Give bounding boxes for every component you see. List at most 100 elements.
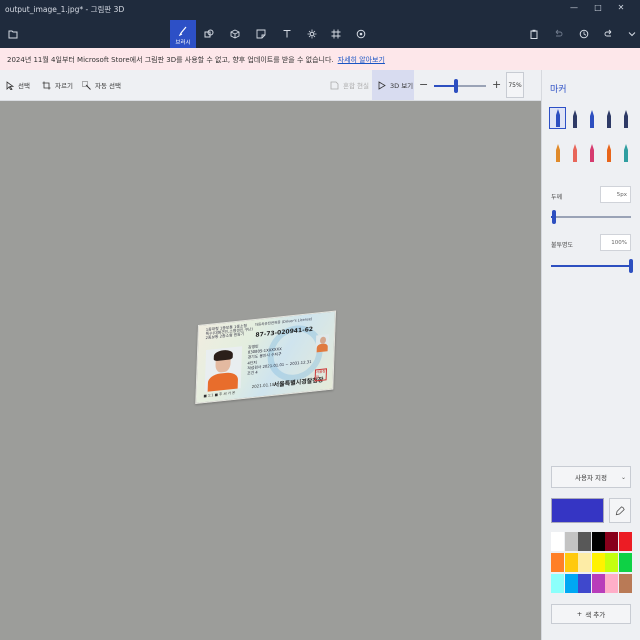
close-button[interactable]: ✕ [614, 3, 628, 12]
color-swatch[interactable] [605, 574, 618, 593]
opacity-input[interactable]: 100% [600, 234, 631, 251]
color-swatch[interactable] [618, 532, 632, 551]
view-3d-content: 3D 보기 [378, 80, 413, 90]
magic-select-button[interactable]: 자동 선택 [82, 80, 121, 90]
effects-icon [307, 29, 317, 39]
zoom-slider[interactable] [434, 79, 486, 93]
tab-text[interactable] [274, 20, 300, 48]
color-swatch[interactable] [551, 574, 564, 593]
paste-button[interactable] [521, 20, 547, 48]
color-swatch[interactable] [564, 553, 578, 572]
brush-marker[interactable] [549, 107, 566, 129]
color-swatch[interactable] [591, 553, 605, 572]
current-color-swatch[interactable] [551, 498, 604, 523]
undo-icon [555, 29, 563, 37]
brush-fill[interactable] [617, 141, 634, 163]
color-swatch[interactable] [618, 553, 632, 572]
color-swatch[interactable] [618, 574, 632, 593]
brush-crayon[interactable] [583, 141, 600, 163]
minimize-button[interactable]: — [567, 3, 581, 12]
tab-3d-library[interactable] [348, 20, 374, 48]
color-swatch[interactable] [551, 532, 564, 551]
3d-shapes-icon [230, 29, 240, 39]
card-license-classes: 1종대형 1종보통 1종소형 특수(대형견인,소형견인,구난) 2종보통 2종소… [205, 322, 254, 341]
brush-calligraphy-pen[interactable] [566, 107, 583, 129]
view-3d-button[interactable]: 3D 보기 [372, 70, 414, 100]
brush-icon [178, 26, 187, 36]
paste-icon [530, 29, 538, 39]
tab-2d-shapes[interactable] [196, 20, 222, 48]
color-swatch[interactable] [578, 532, 591, 551]
card-seal: 서울청장 [314, 368, 328, 382]
drivers-license-image[interactable]: 1종대형 1종보통 1종소형 특수(대형견인,소형견인,구난) 2종보통 2종소… [195, 310, 336, 404]
canvas-area[interactable]: 1종대형 1종보통 1종소형 특수(대형견인,소형견인,구난) 2종보통 2종소… [0, 101, 541, 640]
custom-color-label: 사용자 지정 [575, 474, 607, 482]
opacity-slider[interactable] [551, 259, 633, 273]
expand-ribbon-button[interactable] [619, 20, 640, 48]
play-icon [378, 80, 386, 90]
brush-pencil[interactable] [549, 141, 566, 163]
panel-title: 마커 [550, 85, 567, 95]
chevron-down-icon [628, 32, 636, 37]
zoom-out-button[interactable]: − [419, 78, 428, 91]
tab-brushes[interactable]: 브러시 [170, 20, 196, 48]
text-icon [283, 30, 291, 38]
notice-message: 2024년 11월 4일부터 Microsoft Store에서 그림판 3D를… [7, 56, 334, 64]
notice-text: 2024년 11월 4일부터 Microsoft Store에서 그림판 3D를… [7, 55, 385, 65]
mixed-reality-button[interactable]: 혼합 현실 [330, 80, 369, 90]
color-swatch[interactable] [578, 574, 591, 593]
custom-color-dropdown[interactable]: 사용자 지정 ⌄ [551, 466, 631, 488]
opacity-slider-fill [551, 265, 631, 267]
select-button[interactable]: 선택 [6, 80, 30, 90]
brush-pixel-pen[interactable] [617, 107, 634, 129]
thickness-slider[interactable] [551, 210, 631, 224]
learn-more-link[interactable]: 자세히 알아보기 [338, 56, 385, 64]
brush-spray-can[interactable] [600, 141, 617, 163]
thickness-slider-thumb[interactable] [552, 210, 556, 224]
add-color-button[interactable]: + 색 추가 [551, 604, 631, 624]
maximize-button[interactable]: □ [591, 3, 605, 12]
view-3d-label: 3D 보기 [390, 82, 414, 90]
color-swatch[interactable] [591, 532, 605, 551]
zoom-percentage[interactable]: 75% [506, 72, 524, 98]
tab-stickers[interactable] [248, 20, 274, 48]
brush-watercolor[interactable] [600, 107, 617, 129]
window-title: output_image_1.jpg* - 그림판 3D [5, 5, 125, 14]
undo-button[interactable] [545, 20, 571, 48]
select-label: 선택 [18, 82, 30, 90]
color-swatch[interactable] [564, 574, 578, 593]
spray-can-icon [606, 144, 611, 162]
zoom-in-button[interactable]: + [492, 78, 501, 91]
color-swatch[interactable] [551, 553, 564, 572]
marker-icon [555, 109, 560, 127]
plus-icon: + [576, 610, 583, 618]
card-photo [204, 346, 243, 393]
watercolor-icon [606, 110, 611, 128]
tab-3d-shapes[interactable] [222, 20, 248, 48]
brush-eraser[interactable] [566, 141, 583, 163]
redo-icon [604, 29, 612, 37]
calligraphy-pen-icon [572, 110, 577, 128]
crayon-icon [589, 144, 594, 162]
thickness-input[interactable]: 5px [600, 186, 631, 203]
eyedropper-button[interactable] [609, 498, 631, 523]
magic-select-icon [82, 80, 91, 90]
history-button[interactable] [571, 20, 597, 48]
opacity-slider-thumb[interactable] [629, 259, 633, 273]
thickness-label: 두께 [551, 194, 563, 201]
tab-canvas[interactable] [323, 20, 349, 48]
menu-button[interactable] [0, 20, 26, 48]
color-swatch[interactable] [578, 553, 591, 572]
pencil-icon [555, 144, 560, 162]
add-color-label: 색 추가 [585, 611, 606, 619]
color-swatch[interactable] [605, 532, 618, 551]
crop-label: 자르기 [55, 82, 73, 90]
color-swatch[interactable] [591, 574, 605, 593]
title-bar: output_image_1.jpg* - 그림판 3D — □ ✕ [0, 0, 640, 20]
brush-oil-brush[interactable] [583, 107, 600, 129]
zoom-slider-thumb[interactable] [454, 79, 458, 93]
crop-button[interactable]: 자르기 [42, 80, 73, 90]
color-swatch[interactable] [605, 553, 618, 572]
color-swatch[interactable] [564, 532, 578, 551]
tab-effects[interactable] [299, 20, 325, 48]
